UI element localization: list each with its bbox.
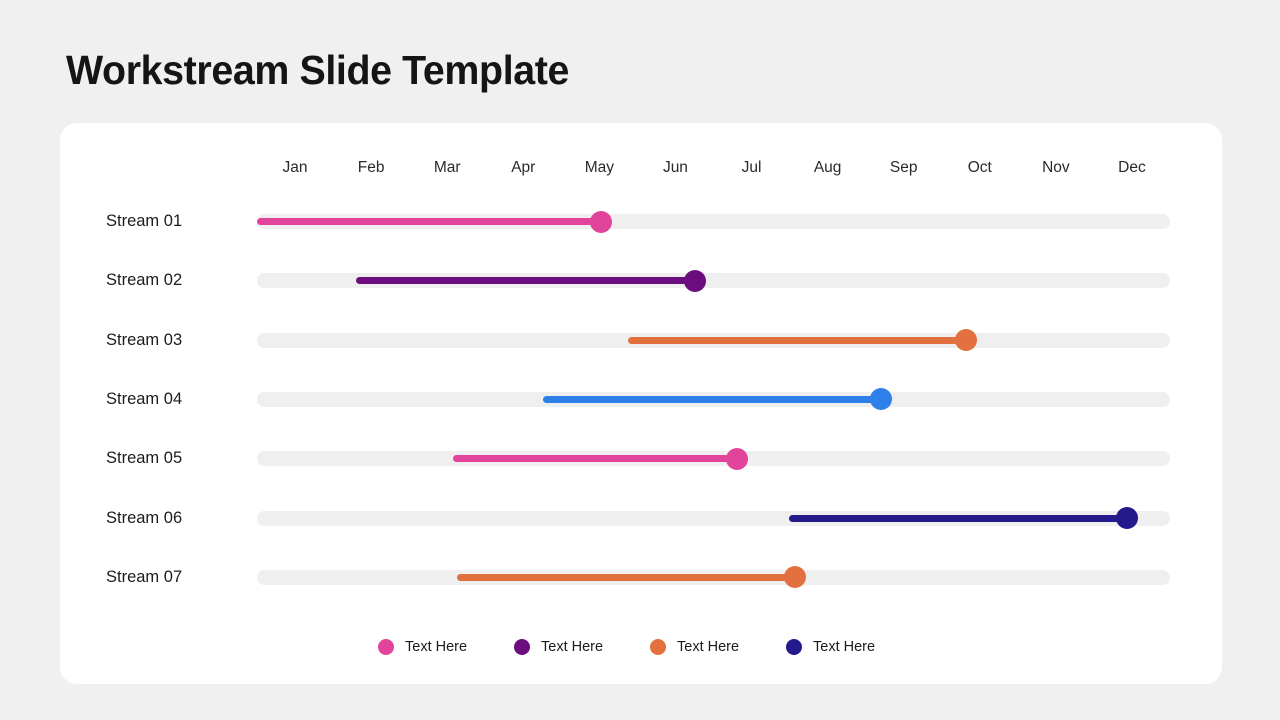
timeline-track[interactable] <box>257 388 1170 411</box>
timeline-bar[interactable] <box>456 573 795 581</box>
month-label-may: May <box>584 159 615 176</box>
legend-item[interactable]: Text Here <box>650 635 739 659</box>
timeline-knob[interactable] <box>955 329 978 352</box>
month-label-nov: Nov <box>1042 159 1070 176</box>
table-row: Stream 03 <box>60 325 1222 355</box>
month-label-feb: Feb <box>357 159 385 176</box>
legend-label: Text Here <box>405 639 468 655</box>
timeline-knob[interactable] <box>726 447 749 470</box>
table-row: Stream 02 <box>60 265 1222 295</box>
legend-dot-icon <box>378 639 394 655</box>
table-row: Stream 06 <box>60 503 1222 533</box>
stream-label: Stream 05 <box>106 449 183 468</box>
timeline-track[interactable] <box>257 269 1170 292</box>
month-label-jul: Jul <box>741 159 762 176</box>
timeline-knob[interactable] <box>1116 507 1139 529</box>
stream-label: Stream 06 <box>106 508 183 527</box>
timeline-knob[interactable] <box>684 269 707 292</box>
timeline-knob[interactable] <box>783 566 806 589</box>
timeline-track[interactable] <box>257 210 1170 233</box>
table-row: Stream 01 <box>60 206 1222 236</box>
month-label-jun: Jun <box>662 159 688 176</box>
legend-label: Text Here <box>541 639 604 655</box>
timeline-track[interactable] <box>257 507 1170 529</box>
month-label-dec: Dec <box>1118 159 1146 176</box>
month-label-jan: Jan <box>282 159 308 176</box>
legend-dot-icon <box>786 639 802 655</box>
table-row: Stream 05 <box>60 443 1222 473</box>
legend-label: Text Here <box>677 639 740 655</box>
stream-label: Stream 01 <box>106 212 183 230</box>
legend-item[interactable]: Text Here <box>378 635 467 659</box>
timeline-track[interactable] <box>257 447 1170 470</box>
timeline-track[interactable] <box>257 329 1170 352</box>
month-label-aug: Aug <box>813 159 842 176</box>
stream-label: Stream 04 <box>106 389 183 408</box>
timeline-bar[interactable] <box>453 455 738 463</box>
timeline-bar[interactable] <box>627 336 967 344</box>
timeline-bar[interactable] <box>542 395 881 403</box>
timeline-bar[interactable] <box>257 218 602 225</box>
month-label-apr: Apr <box>511 159 536 176</box>
stream-label: Stream 07 <box>106 567 183 586</box>
stream-label: Stream 02 <box>106 271 183 290</box>
chart-legend: Text Here Text Here Text Here Text Here <box>60 635 1222 659</box>
table-row: Stream 07 <box>60 562 1222 592</box>
timeline-bar[interactable] <box>355 277 696 285</box>
timeline-bar[interactable] <box>789 514 1128 522</box>
month-label-mar: Mar <box>433 159 461 176</box>
month-label-sep: Sep <box>889 159 918 176</box>
month-axis: Jan Feb Mar Apr May Jun Jul Aug Sep Oct Nov Dec <box>257 157 1170 181</box>
month-label-oct: Oct <box>967 159 992 176</box>
timeline-knob[interactable] <box>590 210 613 233</box>
legend-dot-icon <box>650 639 666 655</box>
page-title: Workstream Slide Template <box>66 47 569 93</box>
legend-item[interactable]: Text Here <box>514 635 603 659</box>
legend-dot-icon <box>514 639 530 655</box>
table-row: Stream 04 <box>60 384 1222 414</box>
stream-label: Stream 03 <box>106 330 183 349</box>
legend-item[interactable]: Text Here <box>786 635 875 659</box>
timeline-knob[interactable] <box>869 388 892 411</box>
legend-label: Text Here <box>813 639 876 655</box>
slide-card: Jan Feb Mar Apr May Jun Jul Aug Sep Oct Nov Dec Str… <box>60 123 1222 684</box>
timeline-track[interactable] <box>257 566 1170 589</box>
